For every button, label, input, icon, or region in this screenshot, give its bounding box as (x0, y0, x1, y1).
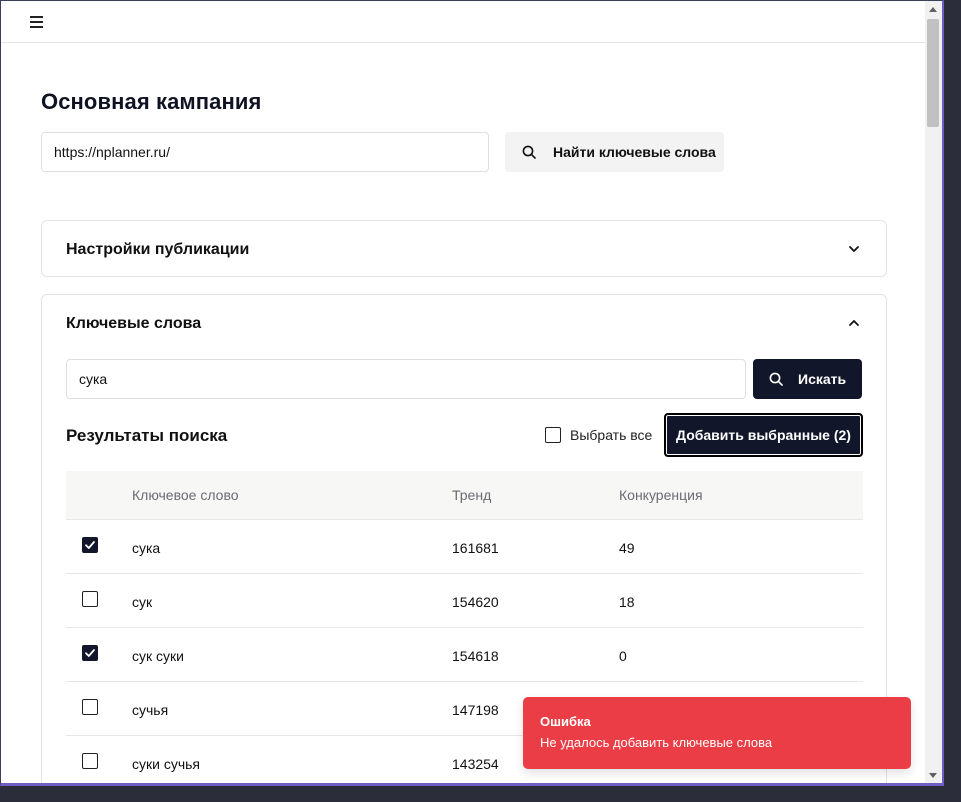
browser-window: Основная кампания Найти ключевые слова Н… (0, 0, 961, 802)
search-button-label: Искать (798, 371, 847, 387)
scrollbar-thumb[interactable] (927, 19, 939, 127)
cell-trend: 154620 (452, 594, 499, 610)
cell-keyword: сук (132, 594, 153, 610)
search-icon (769, 372, 783, 386)
cell-trend: 147198 (452, 702, 499, 718)
cell-competition: 0 (619, 648, 627, 664)
scroll-down-arrow-icon[interactable] (929, 773, 937, 778)
keyword-search-input[interactable] (66, 359, 746, 399)
select-all-label: Выбрать все (570, 427, 653, 443)
site-url-input[interactable] (41, 132, 489, 172)
page-title: Основная кампания (41, 89, 262, 114)
search-icon (522, 145, 536, 159)
chevron-down-icon[interactable] (848, 242, 860, 254)
cell-competition: 49 (619, 540, 635, 556)
chevron-up-icon[interactable] (848, 316, 860, 328)
table-row[interactable]: сук суки 154618 0 (66, 628, 863, 682)
row-checkbox-checked[interactable] (82, 645, 98, 661)
results-title: Результаты поиска (66, 426, 228, 445)
add-selected-button[interactable]: Добавить выбранные (2) (664, 413, 863, 457)
app-frame: Основная кампания Найти ключевые слова Н… (0, 0, 944, 786)
cell-keyword: сука (132, 540, 161, 556)
table-row[interactable]: сука 161681 49 (66, 520, 863, 574)
column-header-keyword[interactable]: Ключевое слово (132, 487, 239, 503)
cell-competition: 18 (619, 594, 635, 610)
keywords-title: Ключевые слова (66, 315, 202, 332)
cell-keyword: суки сучья (132, 756, 201, 772)
find-keywords-button[interactable]: Найти ключевые слова (505, 132, 724, 172)
top-bar (1, 1, 927, 43)
table-row[interactable]: сук 154620 18 (66, 574, 863, 628)
cell-keyword: сучья (132, 702, 169, 718)
table-header: Ключевое слово Тренд Конкуренция (66, 471, 863, 520)
publication-settings-panel[interactable]: Настройки публикации (41, 220, 887, 277)
row-checkbox-checked[interactable] (82, 537, 98, 553)
search-button[interactable]: Искать (753, 359, 862, 399)
toast-message: Не удалось добавить ключевые слова (540, 735, 773, 750)
cell-keyword: сук суки (132, 648, 184, 664)
row-checkbox[interactable] (82, 591, 98, 607)
checkbox-icon[interactable] (545, 427, 561, 443)
scroll-up-arrow-icon[interactable] (929, 7, 937, 12)
find-keywords-label: Найти ключевые слова (553, 144, 716, 160)
row-checkbox[interactable] (82, 699, 98, 715)
column-header-competition[interactable]: Конкуренция (619, 487, 703, 503)
vertical-scrollbar[interactable] (925, 1, 942, 783)
cell-trend: 154618 (452, 648, 499, 664)
toast-title: Ошибка (540, 714, 591, 729)
select-all-checkbox[interactable]: Выбрать все (545, 427, 652, 443)
hamburger-icon[interactable] (30, 16, 43, 28)
column-header-trend[interactable]: Тренд (452, 487, 491, 503)
cell-trend: 161681 (452, 540, 499, 556)
cell-trend: 143254 (452, 756, 499, 772)
error-toast[interactable]: Ошибка Не удалось добавить ключевые слов… (523, 697, 911, 769)
publication-settings-title: Настройки публикации (66, 241, 250, 258)
row-checkbox[interactable] (82, 753, 98, 769)
